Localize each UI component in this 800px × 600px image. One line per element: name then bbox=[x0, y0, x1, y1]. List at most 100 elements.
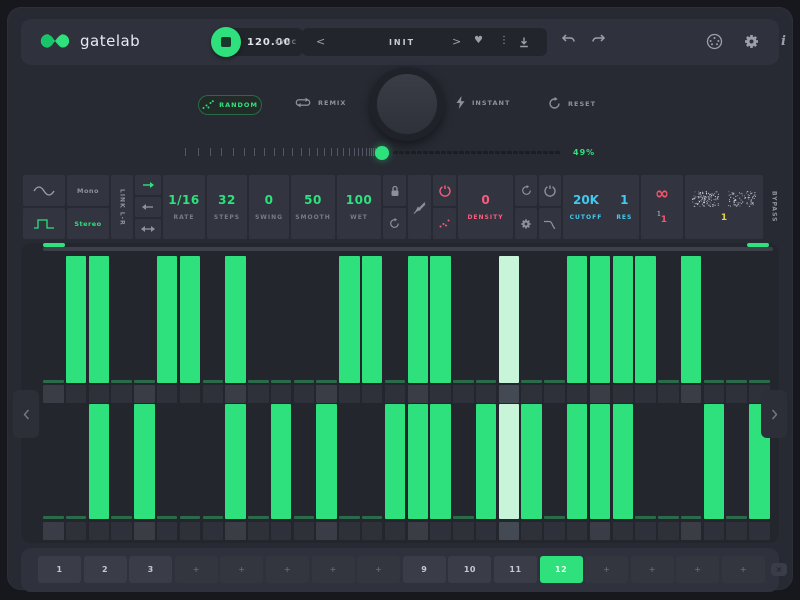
gate-bar-top-step-32-empty[interactable] bbox=[749, 380, 770, 383]
gate-bar-top-step-5-empty[interactable] bbox=[134, 380, 155, 383]
gate-bar-bottom-step-21[interactable] bbox=[499, 404, 520, 519]
pattern-slot-4[interactable]: + bbox=[175, 556, 218, 583]
gate-bar-bottom-step-25[interactable] bbox=[590, 404, 611, 519]
direction-pingpong-button[interactable] bbox=[135, 219, 161, 239]
bypass-toggle[interactable]: BYPASS bbox=[765, 175, 783, 239]
gate-bar-top-step-21[interactable] bbox=[499, 256, 520, 383]
gate-bar-bottom-step-26[interactable] bbox=[613, 404, 634, 519]
gate-bar-bottom-step-3[interactable] bbox=[89, 404, 110, 519]
gate-bar-bottom-step-9[interactable] bbox=[225, 404, 246, 519]
step-cell-bottom-29[interactable] bbox=[681, 522, 702, 540]
step-cell-top-9[interactable] bbox=[225, 385, 246, 403]
mono-button[interactable]: Mono bbox=[67, 175, 109, 206]
pattern-slot-16[interactable]: + bbox=[722, 556, 765, 583]
random-button[interactable]: RANDOM bbox=[198, 95, 262, 115]
step-cell-bottom-27[interactable] bbox=[635, 522, 656, 540]
gate-bar-bottom-step-31-empty[interactable] bbox=[726, 516, 747, 519]
gate-bar-top-step-29[interactable] bbox=[681, 256, 702, 383]
gate-bar-bottom-step-27-empty[interactable] bbox=[635, 516, 656, 519]
step-cell-top-31[interactable] bbox=[726, 385, 747, 403]
step-cell-bottom-4[interactable] bbox=[111, 522, 132, 540]
gate-bar-bottom-step-28-empty[interactable] bbox=[658, 516, 679, 519]
gate-bar-bottom-step-14-empty[interactable] bbox=[339, 516, 360, 519]
step-cell-bottom-5[interactable] bbox=[134, 522, 155, 540]
gate-bar-bottom-step-30[interactable] bbox=[704, 404, 725, 519]
pattern-slot-2[interactable]: 2 bbox=[84, 556, 127, 583]
gate-bar-top-step-22-empty[interactable] bbox=[521, 380, 542, 383]
midi-icon[interactable] bbox=[706, 33, 723, 50]
gate-bar-top-step-17[interactable] bbox=[408, 256, 429, 383]
step-cell-bottom-28[interactable] bbox=[658, 522, 679, 540]
gate-bar-bottom-step-10-empty[interactable] bbox=[248, 516, 269, 519]
gate-bar-bottom-step-4-empty[interactable] bbox=[111, 516, 132, 519]
gate-bar-top-step-11-empty[interactable] bbox=[271, 380, 292, 383]
step-cell-bottom-22[interactable] bbox=[521, 522, 542, 540]
pattern-slot-7[interactable]: + bbox=[312, 556, 355, 583]
density-random-button[interactable] bbox=[433, 208, 456, 239]
stop-button[interactable] bbox=[211, 27, 241, 57]
gate-bar-top-step-30-empty[interactable] bbox=[704, 380, 725, 383]
gate-bar-bottom-step-6-empty[interactable] bbox=[157, 516, 178, 519]
pattern-slot-5[interactable]: + bbox=[220, 556, 263, 583]
gear-icon[interactable] bbox=[743, 33, 760, 50]
step-cell-top-18[interactable] bbox=[430, 385, 451, 403]
step-cell-top-15[interactable] bbox=[362, 385, 383, 403]
step-cell-bottom-19[interactable] bbox=[453, 522, 474, 540]
step-cell-top-22[interactable] bbox=[521, 385, 542, 403]
direction-right-button[interactable] bbox=[135, 175, 161, 195]
gate-bar-bottom-step-19-empty[interactable] bbox=[453, 516, 474, 519]
step-cell-bottom-16[interactable] bbox=[385, 522, 406, 540]
gate-bar-top-step-1-empty[interactable] bbox=[43, 380, 64, 383]
dice-off-button[interactable] bbox=[408, 175, 431, 239]
step-cell-bottom-25[interactable] bbox=[590, 522, 611, 540]
steps-control[interactable]: 32 STEPS bbox=[207, 175, 247, 239]
step-cell-top-3[interactable] bbox=[89, 385, 110, 403]
step-cell-top-2[interactable] bbox=[66, 385, 87, 403]
step-cell-top-25[interactable] bbox=[590, 385, 611, 403]
next-page-tab[interactable] bbox=[761, 390, 787, 438]
step-cell-bottom-14[interactable] bbox=[339, 522, 360, 540]
step-cell-bottom-21[interactable] bbox=[499, 522, 520, 540]
preset-name[interactable]: INIT bbox=[362, 38, 442, 47]
step-cell-bottom-3[interactable] bbox=[89, 522, 110, 540]
repeat-count-control[interactable]: ∞ 11 bbox=[641, 175, 683, 239]
step-cell-top-30[interactable] bbox=[704, 385, 725, 403]
filter-controls[interactable]: 20K CUTOFF 1 RES bbox=[563, 175, 639, 239]
gate-bar-bottom-step-11[interactable] bbox=[271, 404, 292, 519]
gate-bar-bottom-step-29-empty[interactable] bbox=[681, 516, 702, 519]
filter-settings-button[interactable] bbox=[515, 208, 537, 239]
main-knob[interactable] bbox=[370, 67, 444, 141]
step-cell-top-4[interactable] bbox=[111, 385, 132, 403]
gate-bar-bottom-step-23-empty[interactable] bbox=[544, 516, 565, 519]
step-cell-bottom-1[interactable] bbox=[43, 522, 64, 540]
gate-bar-top-step-12-empty[interactable] bbox=[294, 380, 315, 383]
gate-bar-bottom-step-15-empty[interactable] bbox=[362, 516, 383, 519]
gate-bar-top-step-10-empty[interactable] bbox=[248, 380, 269, 383]
gate-bar-top-step-2[interactable] bbox=[66, 256, 87, 383]
redo-button[interactable] bbox=[591, 34, 606, 45]
pattern-slot-12[interactable]: 12 bbox=[540, 556, 583, 583]
reset-button[interactable]: RESET bbox=[548, 97, 596, 110]
step-cell-bottom-10[interactable] bbox=[248, 522, 269, 540]
loop-range-track[interactable] bbox=[43, 247, 773, 251]
step-cell-top-17[interactable] bbox=[408, 385, 429, 403]
prev-page-tab[interactable] bbox=[13, 390, 39, 438]
gate-bar-bottom-step-12-empty[interactable] bbox=[294, 516, 315, 519]
gate-bar-top-step-13-empty[interactable] bbox=[316, 380, 337, 383]
step-cell-bottom-31[interactable] bbox=[726, 522, 747, 540]
preset-next-button[interactable]: > bbox=[452, 35, 461, 48]
instant-button[interactable]: INSTANT bbox=[456, 96, 510, 109]
step-cell-top-12[interactable] bbox=[294, 385, 315, 403]
relock-cycle-button[interactable] bbox=[383, 208, 406, 239]
step-cell-bottom-9[interactable] bbox=[225, 522, 246, 540]
gate-bar-top-step-25[interactable] bbox=[590, 256, 611, 383]
smooth-control[interactable]: 50 SMOOTH bbox=[291, 175, 335, 239]
step-cell-top-27[interactable] bbox=[635, 385, 656, 403]
swing-control[interactable]: 0 SWING bbox=[249, 175, 289, 239]
step-cell-top-26[interactable] bbox=[613, 385, 634, 403]
preset-menu-kebab-icon[interactable]: ⋮ bbox=[499, 35, 509, 46]
pattern-slot-15[interactable]: + bbox=[676, 556, 719, 583]
density-control[interactable]: 0 DENSITY bbox=[458, 175, 513, 239]
step-cell-bottom-7[interactable] bbox=[180, 522, 201, 540]
step-cell-bottom-15[interactable] bbox=[362, 522, 383, 540]
